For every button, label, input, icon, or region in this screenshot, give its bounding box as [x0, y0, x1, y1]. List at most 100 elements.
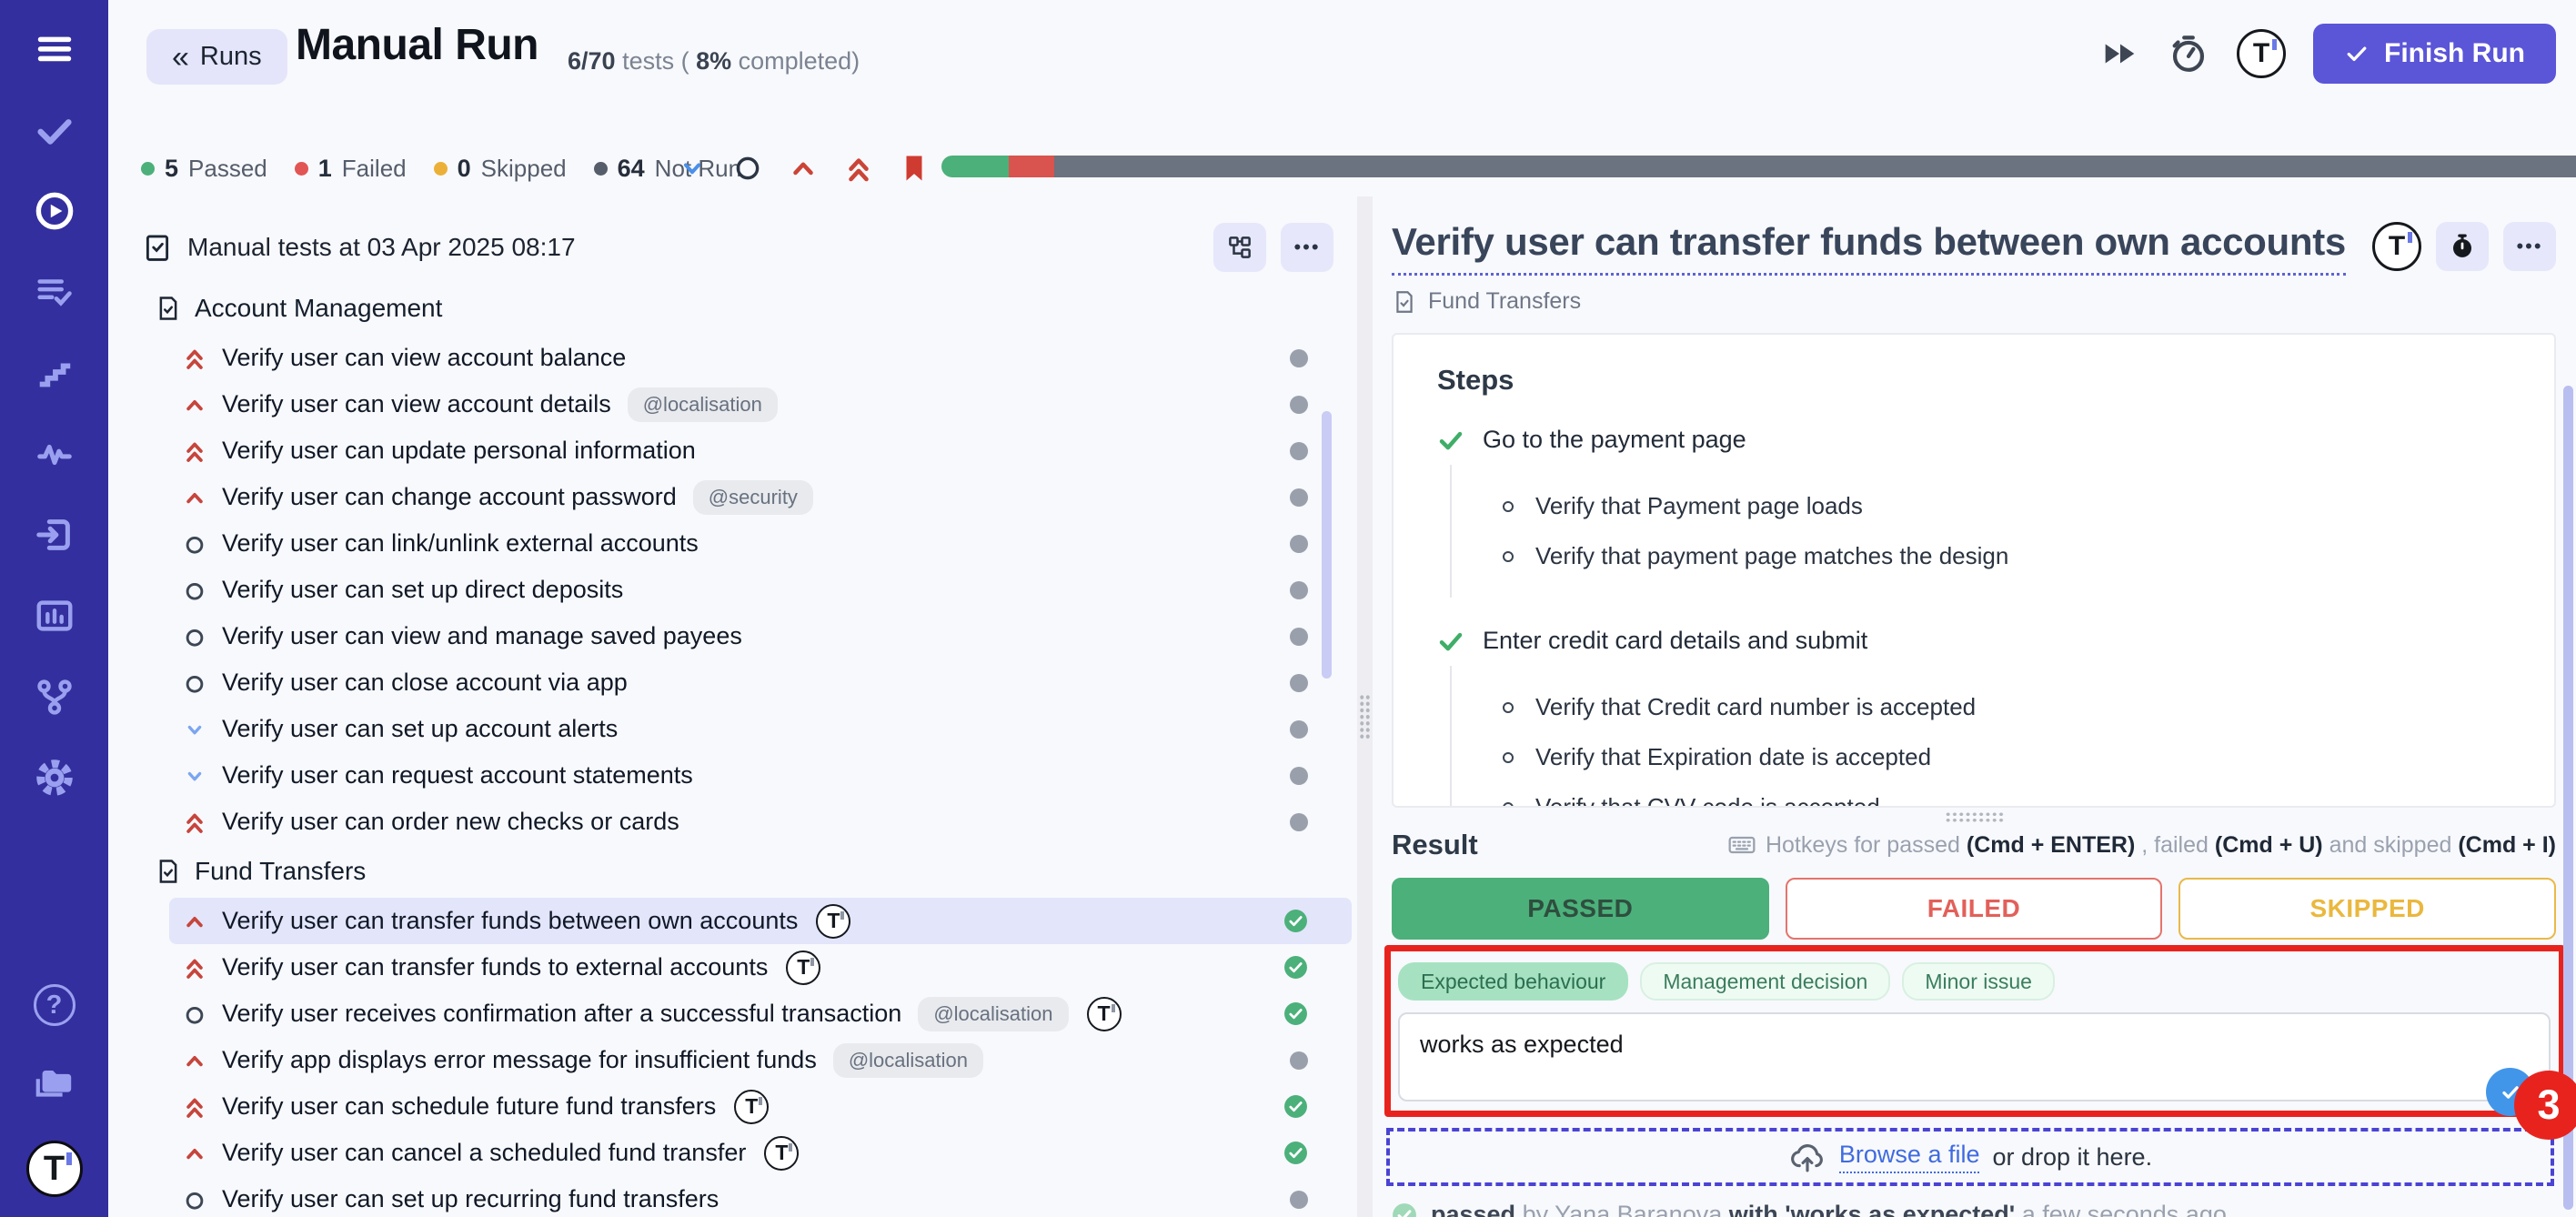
test-title: Verify user can set up direct deposits [222, 576, 623, 604]
test-tag[interactable]: @localisation [918, 997, 1068, 1031]
check-icon[interactable] [31, 106, 78, 154]
bookmark-icon[interactable] [899, 153, 930, 184]
stat-failed[interactable]: 1Failed [295, 155, 407, 183]
top-bar: Runs Manual Run 6/70 tests ( 8% complete… [108, 0, 2576, 107]
priority-icon-wrap [181, 391, 208, 418]
comment-tag-pill[interactable]: Expected behaviour [1398, 962, 1628, 1001]
test-row[interactable]: Verify user can set up account alerts [169, 706, 1352, 752]
substep-item: Verify that Credit card number is accept… [1503, 693, 2518, 721]
test-tag[interactable]: @localisation [628, 387, 778, 422]
priority-low-icon [181, 762, 208, 790]
panel-divider[interactable] [1357, 196, 1373, 1217]
failed-button[interactable]: FAILED [1786, 878, 2163, 940]
test-row[interactable]: Verify user can view account details @loc… [169, 381, 1352, 427]
settings-gear-icon[interactable] [31, 754, 78, 801]
status-notrun-dot [1290, 674, 1308, 692]
menu-icon[interactable] [31, 25, 78, 73]
suite-header[interactable]: Fund Transfers [155, 845, 1357, 898]
comment-tag-pill[interactable]: Management decision [1640, 962, 1890, 1001]
milestones-icon[interactable] [31, 349, 78, 397]
priority-none-icon [181, 577, 208, 604]
comment-tag-row: Expected behaviour Management decision Min… [1398, 962, 2551, 1001]
test-row[interactable]: Verify user can close account via app [169, 659, 1352, 706]
runs-play-icon[interactable] [31, 187, 78, 235]
status-wrap [1290, 581, 1308, 599]
priority-highest-icon [181, 438, 208, 465]
test-plans-icon[interactable] [31, 268, 78, 316]
finish-run-button[interactable]: Finish Run [2313, 24, 2556, 84]
test-row[interactable]: Verify app displays error message for in… [169, 1037, 1352, 1083]
test-row[interactable]: Verify user can view account balance [169, 335, 1352, 381]
tree-view-button[interactable] [1213, 223, 1266, 272]
test-row[interactable]: Verify user can cancel a scheduled fund … [169, 1130, 1352, 1176]
bullet-icon [1503, 752, 1514, 763]
filter-priority-high-icon[interactable] [788, 153, 819, 184]
test-row[interactable]: Verify user can set up direct deposits [169, 567, 1352, 613]
comment-tag-pill[interactable]: Minor issue [1902, 962, 2055, 1001]
test-row[interactable]: Verify user can update personal informat… [169, 427, 1352, 474]
run-more-button[interactable] [1281, 223, 1333, 272]
history-passed-icon [1392, 1202, 1417, 1217]
run-clipboard-icon [142, 232, 173, 263]
test-title: Verify user can view account details [222, 390, 611, 418]
run-progress-bar [941, 156, 2576, 177]
filter-circle-icon[interactable] [732, 153, 763, 184]
test-row[interactable]: Verify user can change account password @… [169, 474, 1352, 520]
priority-icon-wrap [181, 623, 208, 650]
test-row[interactable]: Verify user can order new checks or card… [169, 799, 1352, 845]
test-row[interactable]: Verify user can set up recurring fund tr… [169, 1176, 1352, 1217]
import-icon[interactable] [31, 511, 78, 558]
help-icon[interactable] [34, 984, 75, 1026]
suite-header[interactable]: Account Management [155, 282, 1357, 335]
step-item[interactable]: Go to the payment page [1437, 426, 2518, 454]
comment-input[interactable]: works as expected [1398, 1012, 2551, 1101]
skipped-button[interactable]: SKIPPED [2179, 878, 2556, 940]
test-title: Verify user can link/unlink external acc… [222, 529, 699, 558]
test-row[interactable]: Verify user receives confirmation after … [169, 991, 1352, 1037]
test-detail-title[interactable]: Verify user can transfer funds between o… [1392, 220, 2346, 276]
test-row[interactable]: Verify user can transfer funds between o… [169, 898, 1352, 944]
priority-none-icon [181, 1001, 208, 1028]
test-row[interactable]: Verify user can link/unlink external acc… [169, 520, 1352, 567]
stat-skipped[interactable]: 0Skipped [434, 155, 567, 183]
pulse-icon[interactable] [31, 430, 78, 478]
testomat-logo-small[interactable]: T [2237, 29, 2286, 78]
testomat-logo[interactable]: T [26, 1141, 83, 1197]
detail-more-button[interactable] [2503, 222, 2556, 271]
test-row[interactable]: Verify user can request account statemen… [169, 752, 1352, 799]
suite-breadcrumb[interactable]: Fund Transfers [1392, 288, 2576, 315]
browse-file-link[interactable]: Browse a file [1839, 1141, 1980, 1173]
steps-card: Steps Go to the payment pageVerify that … [1392, 333, 2556, 808]
test-row[interactable]: Verify user can schedule future fund tra… [169, 1083, 1352, 1130]
status-passed-icon [1283, 1141, 1308, 1165]
stat-passed[interactable]: 5Passed [141, 155, 267, 183]
fast-forward-icon[interactable] [2098, 33, 2140, 75]
substep-text: Verify that Credit card number is accept… [1535, 693, 1976, 721]
status-passed-icon [1283, 1001, 1308, 1026]
passed-button[interactable]: PASSED [1392, 878, 1769, 940]
test-tag[interactable]: @security [693, 480, 813, 515]
test-row[interactable]: Verify user can view and manage saved pa… [169, 613, 1352, 659]
divider-drag-handle[interactable] [1359, 694, 1371, 739]
test-row[interactable]: Verify user can transfer funds to extern… [169, 944, 1352, 991]
result-drag-handle[interactable] [1945, 811, 2005, 823]
back-to-runs-button[interactable]: Runs [146, 29, 287, 85]
timer-icon[interactable] [2168, 33, 2209, 75]
stat-count: 1 [318, 155, 332, 183]
priority-icon-wrap [181, 809, 208, 836]
step-item[interactable]: Enter credit card details and submit [1437, 627, 2518, 655]
stat-label: Passed [188, 155, 267, 183]
test-automation-logo[interactable]: T [2372, 222, 2421, 271]
priority-icon-wrap [181, 1001, 208, 1028]
status-notrun-dot [1290, 349, 1308, 367]
test-tag[interactable]: @localisation [833, 1043, 983, 1078]
file-dropzone[interactable]: Browse a file or drop it here. [1386, 1128, 2554, 1186]
timer-button[interactable] [2436, 222, 2489, 271]
collapse-chevron-down-icon[interactable] [677, 153, 708, 184]
projects-folder-icon[interactable] [31, 1060, 78, 1107]
analytics-icon[interactable] [31, 592, 78, 639]
test-title: Verify user can change account password [222, 483, 677, 511]
filter-priority-highest-icon[interactable] [843, 153, 874, 184]
branch-icon[interactable] [31, 673, 78, 720]
list-scrollbar[interactable] [1322, 411, 1332, 679]
